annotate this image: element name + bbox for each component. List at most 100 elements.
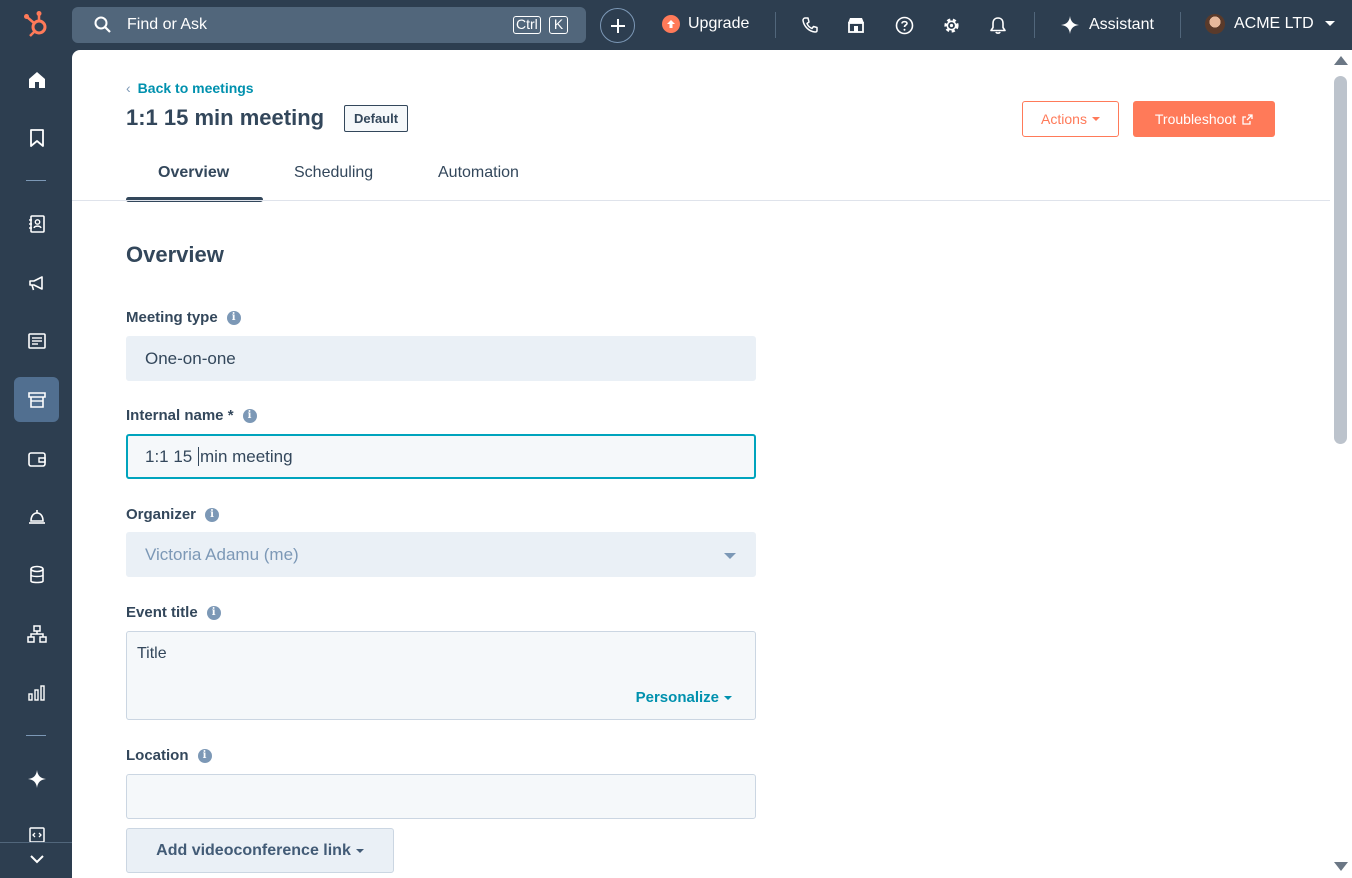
- troubleshoot-button[interactable]: Troubleshoot: [1133, 101, 1275, 137]
- tab-scheduling[interactable]: Scheduling: [294, 164, 373, 182]
- internal-name-input[interactable]: 1:1 15 min meeting: [126, 434, 756, 479]
- settings-icon[interactable]: [940, 14, 962, 36]
- scroll-down-arrow-icon[interactable]: [1334, 862, 1348, 871]
- caret-down-icon: [355, 848, 364, 853]
- chevron-down-icon: [1324, 21, 1335, 26]
- sidebar-item-marketing[interactable]: [14, 260, 59, 305]
- caret-down-icon: [724, 553, 736, 559]
- sparkle-icon: [1061, 16, 1079, 34]
- notifications-icon[interactable]: [987, 14, 1009, 36]
- add-videoconference-link-button[interactable]: Add videoconference link: [126, 828, 394, 873]
- sidebar-item-home[interactable]: [14, 57, 59, 102]
- meeting-type-field: One-on-one: [126, 336, 756, 381]
- videoconference-label: Add videoconference link: [156, 841, 351, 859]
- code-icon: [28, 827, 45, 843]
- section-title: Overview: [126, 242, 224, 267]
- service-bell-icon: [28, 509, 45, 524]
- event-title-value: Title: [137, 645, 167, 662]
- organizer-label: Organizer i: [126, 506, 220, 523]
- sidebar-item-data-management[interactable]: [14, 552, 59, 597]
- tab-overview[interactable]: Overview: [158, 164, 229, 182]
- home-icon: [28, 71, 45, 88]
- info-icon[interactable]: i: [242, 408, 257, 423]
- sidebar-item-automation[interactable]: [14, 611, 59, 656]
- main-content: ‹ Back to meetings 1:1 15 min meeting De…: [72, 50, 1352, 878]
- assistant-button[interactable]: Assistant: [1060, 15, 1154, 35]
- divider: [1034, 12, 1035, 38]
- upgrade-label: Upgrade: [688, 15, 750, 32]
- sidebar-item-contacts[interactable]: [14, 201, 59, 246]
- info-icon[interactable]: i: [205, 507, 220, 522]
- bookmark-icon: [29, 128, 44, 147]
- info-icon[interactable]: i: [206, 605, 221, 620]
- event-title-input[interactable]: Title Personalize: [126, 631, 756, 720]
- scroll-up-arrow-icon[interactable]: [1334, 56, 1348, 65]
- plus-icon: [610, 18, 625, 33]
- marketplace-icon[interactable]: [845, 14, 867, 36]
- vertical-scrollbar[interactable]: [1330, 50, 1352, 878]
- sidebar-navigation: [0, 50, 72, 878]
- upgrade-button[interactable]: Upgrade: [662, 15, 749, 33]
- external-link-icon: [1242, 113, 1253, 125]
- sidebar-item-content[interactable]: [14, 318, 59, 363]
- internal-name-label: Internal name * i: [126, 407, 257, 424]
- sidebar-divider: [26, 735, 46, 736]
- caret-down-icon: [1091, 117, 1100, 121]
- avatar: [1205, 14, 1225, 34]
- organizer-value: Victoria Adamu (me): [145, 544, 299, 564]
- location-label: Location i: [126, 747, 212, 764]
- sidebar-item-sales[interactable]: [14, 436, 59, 481]
- megaphone-icon: [28, 275, 43, 290]
- sidebar-divider: [26, 180, 46, 181]
- back-to-meetings-link[interactable]: ‹ Back to meetings: [126, 80, 254, 96]
- create-new-button[interactable]: [600, 8, 635, 43]
- database-icon: [29, 565, 44, 583]
- chevron-left-icon: ‹: [126, 80, 131, 96]
- personalize-dropdown[interactable]: Personalize: [636, 689, 732, 706]
- help-icon[interactable]: [893, 14, 915, 36]
- sidebar-item-reporting[interactable]: [14, 670, 59, 715]
- search-placeholder: Find or Ask: [127, 16, 208, 33]
- search-icon: [94, 16, 112, 39]
- search-bar[interactable]: Find or Ask Ctrl K: [72, 7, 586, 43]
- caret-down-icon: [724, 695, 732, 700]
- scrollbar-thumb[interactable]: [1334, 76, 1347, 444]
- text-cursor: [198, 447, 199, 466]
- location-input[interactable]: [126, 774, 756, 819]
- sidebar-item-service[interactable]: [14, 494, 59, 539]
- troubleshoot-label: Troubleshoot: [1154, 111, 1237, 127]
- account-name: ACME LTD: [1234, 15, 1314, 32]
- hubspot-logo-icon[interactable]: [22, 10, 52, 40]
- actions-button[interactable]: Actions: [1022, 101, 1119, 137]
- internal-name-value-before-cursor: 1:1 15: [145, 446, 197, 466]
- meeting-type-label-text: Meeting type: [126, 309, 218, 326]
- meeting-type-label: Meeting type i: [126, 309, 241, 326]
- sidebar-item-bookmarks[interactable]: [14, 115, 59, 160]
- actions-label: Actions: [1041, 111, 1087, 127]
- tab-divider: [72, 200, 1330, 201]
- assistant-label: Assistant: [1089, 16, 1154, 33]
- info-icon[interactable]: i: [226, 310, 241, 325]
- contacts-icon: [28, 214, 45, 233]
- location-label-text: Location: [126, 747, 189, 764]
- sidebar-item-development[interactable]: [14, 815, 59, 843]
- sparkle-icon: [27, 769, 46, 788]
- sidebar-item-commerce[interactable]: [14, 377, 59, 422]
- keyboard-shortcut-k: K: [549, 16, 568, 34]
- tab-automation[interactable]: Automation: [438, 164, 519, 182]
- workflow-icon: [26, 624, 47, 643]
- organizer-label-text: Organizer: [126, 506, 197, 523]
- sidebar-item-ai-tools[interactable]: [14, 756, 59, 801]
- account-menu[interactable]: ACME LTD: [1205, 14, 1336, 34]
- phone-icon[interactable]: [799, 14, 821, 36]
- default-badge: Default: [344, 105, 409, 132]
- sidebar-divider: [0, 842, 72, 843]
- sidebar-expand-button[interactable]: [14, 847, 59, 871]
- content-icon: [27, 332, 46, 349]
- info-icon[interactable]: i: [197, 748, 212, 763]
- bar-chart-icon: [27, 684, 45, 701]
- organizer-select: Victoria Adamu (me): [126, 532, 756, 577]
- back-link-label: Back to meetings: [137, 80, 254, 96]
- chevron-down-icon: [29, 854, 44, 863]
- internal-name-value-after-cursor: min meeting: [200, 446, 293, 466]
